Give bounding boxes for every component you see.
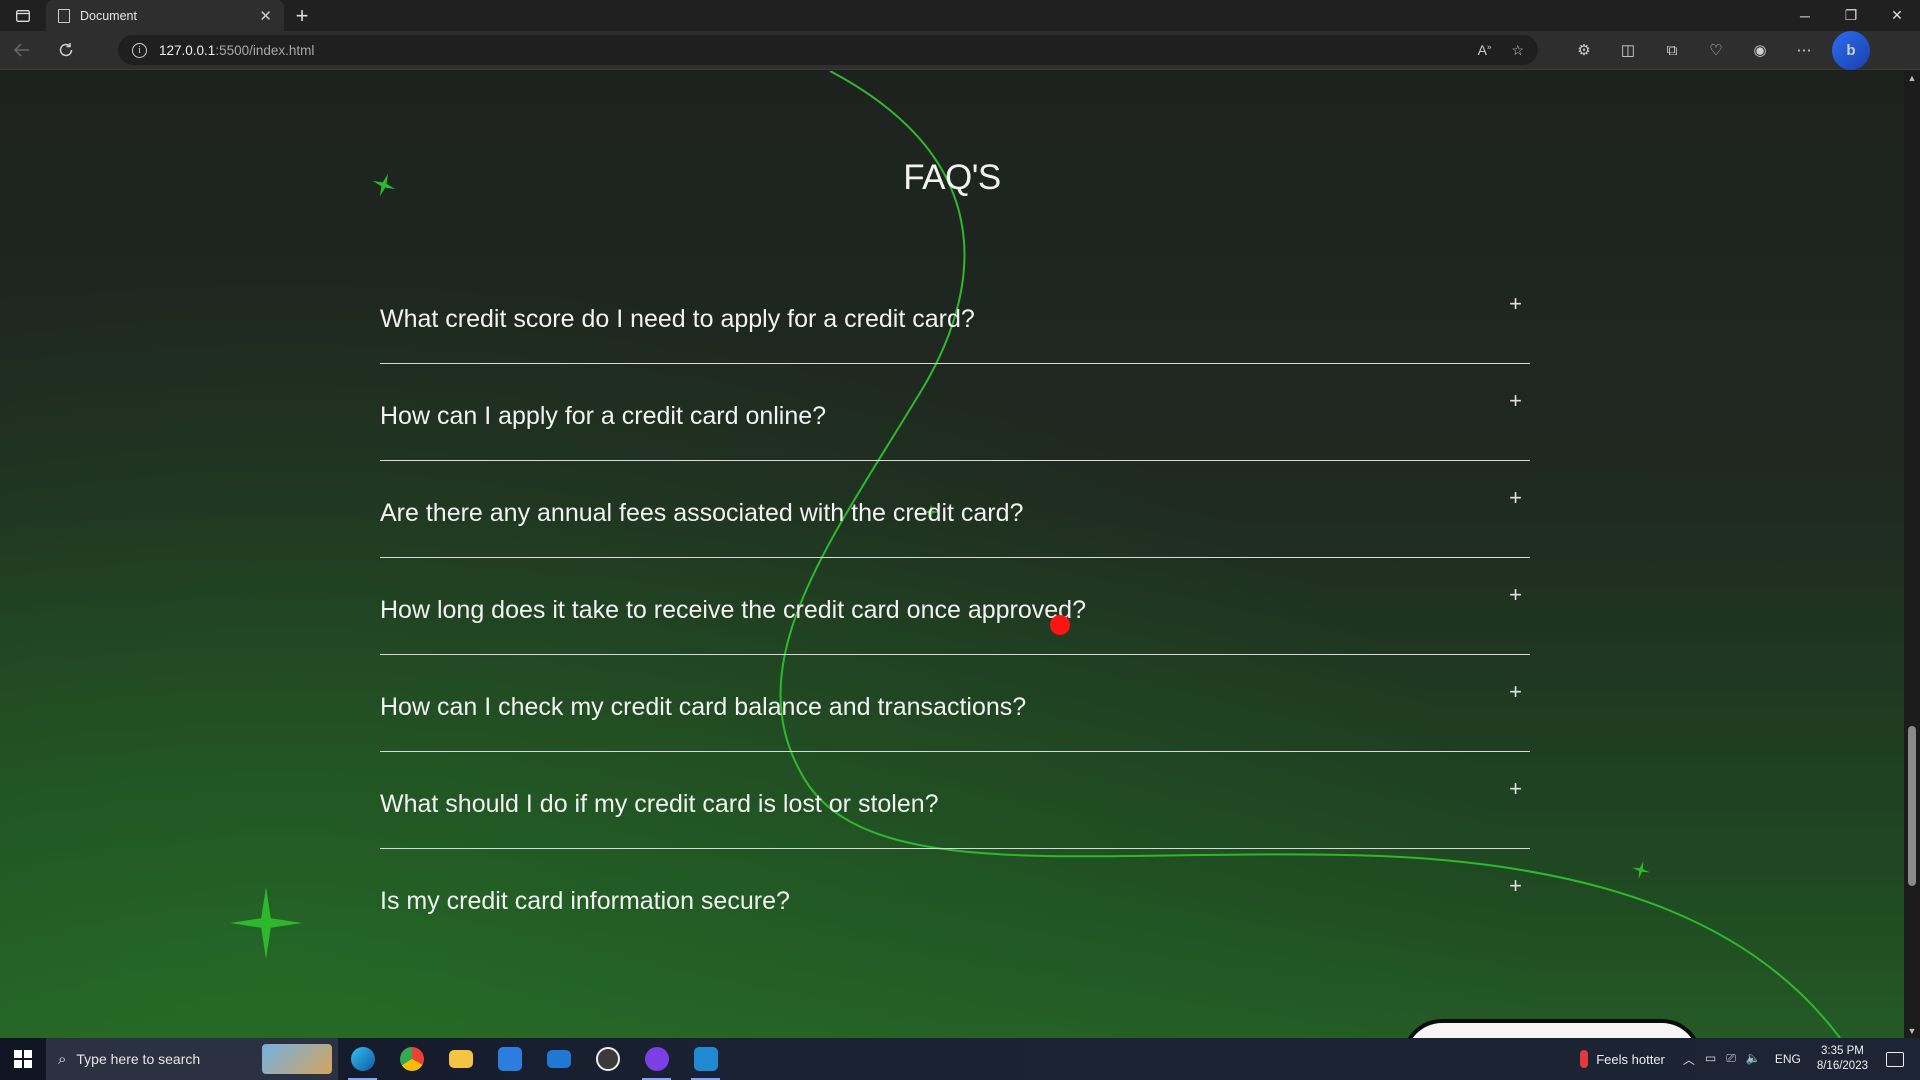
scroll-up-arrow-icon[interactable]: ▲ <box>1904 73 1920 83</box>
expand-plus-icon[interactable]: + <box>1509 679 1522 705</box>
faq-item[interactable]: How can I apply for a credit card online… <box>380 364 1530 461</box>
meet-now-icon[interactable]: ▭ <box>1705 1051 1716 1068</box>
scroll-down-arrow-icon[interactable]: ▼ <box>1904 1026 1920 1036</box>
split-screen-icon[interactable]: ◫ <box>1606 31 1650 70</box>
sparkle-icon <box>230 887 302 959</box>
system-tray: Feels hotter ︿ ▭ ⎚ 🔈 ENG 3:35 PM 8/16/20… <box>1580 1038 1920 1080</box>
file-explorer-icon[interactable] <box>436 1038 485 1080</box>
clock[interactable]: 3:35 PM 8/16/2023 <box>1817 1044 1868 1074</box>
page-scrollbar[interactable]: ▲ ▼ <box>1904 71 1920 1038</box>
faq-item[interactable]: Is my credit card information secure? + <box>380 849 1530 946</box>
language-indicator[interactable]: ENG <box>1775 1052 1801 1066</box>
sparkle-icon <box>1632 861 1650 879</box>
weather-widget[interactable]: Feels hotter <box>1580 1050 1665 1068</box>
faq-question: Is my credit card information secure? <box>380 887 790 915</box>
faq-list: What credit score do I need to apply for… <box>360 267 1550 946</box>
bing-chat-button[interactable]: b <box>1826 30 1870 70</box>
window-controls: ─ ❐ ✕ <box>1782 0 1920 31</box>
media-player-icon[interactable] <box>583 1038 632 1080</box>
back-button[interactable] <box>0 31 44 70</box>
notification-center-icon[interactable] <box>1886 1051 1904 1067</box>
expand-plus-icon[interactable]: + <box>1509 291 1522 317</box>
tab-title: Document <box>80 8 137 23</box>
page-viewport: FAQ'S What credit score do I need to app… <box>0 71 1904 1038</box>
document-icon <box>58 8 70 23</box>
faq-item[interactable]: Are there any annual fees associated wit… <box>380 461 1530 558</box>
search-highlight-art <box>262 1044 332 1074</box>
taskbar-search[interactable]: ⌕ Type here to search <box>46 1038 338 1080</box>
clock-time: 3:35 PM <box>1821 1045 1864 1057</box>
network-icon[interactable]: ⎚ <box>1726 1051 1736 1068</box>
browser-tab-bar: Document ✕ + ─ ❐ ✕ <box>0 0 1920 31</box>
scrollbar-thumb[interactable] <box>1908 726 1916 886</box>
cursor-indicator <box>1050 615 1070 635</box>
expand-plus-icon[interactable]: + <box>1509 388 1522 414</box>
faq-heading: FAQ'S <box>903 158 1001 197</box>
tab-actions-icon[interactable] <box>0 0 46 31</box>
vscode-icon[interactable] <box>681 1038 730 1080</box>
restore-button[interactable]: ❐ <box>1828 0 1874 31</box>
browser-toolbar: i 127.0.0.1 :5500/index.html A» ☆ ⚙ ◫ ⧉ … <box>0 30 1920 70</box>
expand-plus-icon[interactable]: + <box>1509 582 1522 608</box>
close-window-button[interactable]: ✕ <box>1874 0 1920 31</box>
site-info-icon[interactable]: i <box>132 42 147 58</box>
chrome-icon[interactable] <box>387 1038 436 1080</box>
windows-taskbar: ⌕ Type here to search Feels hotter ︿ ▭ ⎚… <box>0 1038 1920 1080</box>
mail-icon[interactable] <box>534 1038 583 1080</box>
faq-question: Are there any annual fees associated wit… <box>380 498 1024 527</box>
faq-item[interactable]: What credit score do I need to apply for… <box>380 267 1530 364</box>
favorite-star-icon[interactable]: ☆ <box>1511 42 1524 59</box>
tab-document[interactable]: Document ✕ <box>46 0 284 31</box>
profile-icon[interactable]: ◉ <box>1738 31 1782 70</box>
edge-icon[interactable] <box>338 1038 387 1080</box>
github-desktop-icon[interactable] <box>632 1038 681 1080</box>
clock-date: 8/16/2023 <box>1816 1060 1868 1072</box>
weather-text: Feels hotter <box>1596 1051 1665 1067</box>
expand-plus-icon[interactable]: + <box>1509 485 1522 511</box>
expand-plus-icon[interactable]: + <box>1509 873 1522 899</box>
search-placeholder: Type here to search <box>76 1051 201 1067</box>
expand-plus-icon[interactable]: + <box>1509 776 1522 802</box>
taskbar-apps <box>338 1038 730 1080</box>
collections-icon[interactable]: ⧉ <box>1650 31 1694 70</box>
close-tab-icon[interactable]: ✕ <box>259 7 272 25</box>
url-path: :5500/index.html <box>215 42 315 58</box>
bing-icon: b <box>1832 30 1870 70</box>
chevron-up-icon[interactable]: ︿ <box>1683 1051 1695 1068</box>
minimize-button[interactable]: ─ <box>1782 0 1828 31</box>
url-host: 127.0.0.1 <box>159 42 216 58</box>
faq-question: How long does it take to receive the cre… <box>380 595 1086 624</box>
volume-icon[interactable]: 🔈 <box>1746 1051 1761 1068</box>
faq-question: How can I apply for a credit card online… <box>380 401 827 430</box>
windows-logo-icon <box>14 1050 32 1068</box>
thermometer-icon <box>1580 1050 1589 1068</box>
store-icon[interactable] <box>485 1038 534 1080</box>
start-button[interactable] <box>0 1038 46 1080</box>
new-tab-button[interactable]: + <box>284 0 320 31</box>
faq-item[interactable]: What should I do if my credit card is lo… <box>380 752 1530 849</box>
faq-question: How can I check my credit card balance a… <box>380 692 1027 721</box>
performance-icon[interactable]: ♡ <box>1694 31 1738 70</box>
faq-item[interactable]: How long does it take to receive the cre… <box>360 558 1550 655</box>
read-aloud-icon[interactable]: A» <box>1478 42 1492 59</box>
search-icon: ⌕ <box>58 1050 67 1068</box>
faq-item[interactable]: How can I check my credit card balance a… <box>380 655 1530 752</box>
refresh-button[interactable] <box>44 31 88 70</box>
extensions-icon[interactable]: ⚙ <box>1562 31 1606 70</box>
faq-question: What should I do if my credit card is lo… <box>380 789 939 818</box>
address-bar[interactable]: i 127.0.0.1 :5500/index.html A» ☆ <box>118 35 1538 65</box>
more-menu-icon[interactable]: ⋯ <box>1782 31 1826 70</box>
bottom-card-preview <box>1402 1019 1702 1038</box>
faq-question: What credit score do I need to apply for… <box>380 304 975 333</box>
